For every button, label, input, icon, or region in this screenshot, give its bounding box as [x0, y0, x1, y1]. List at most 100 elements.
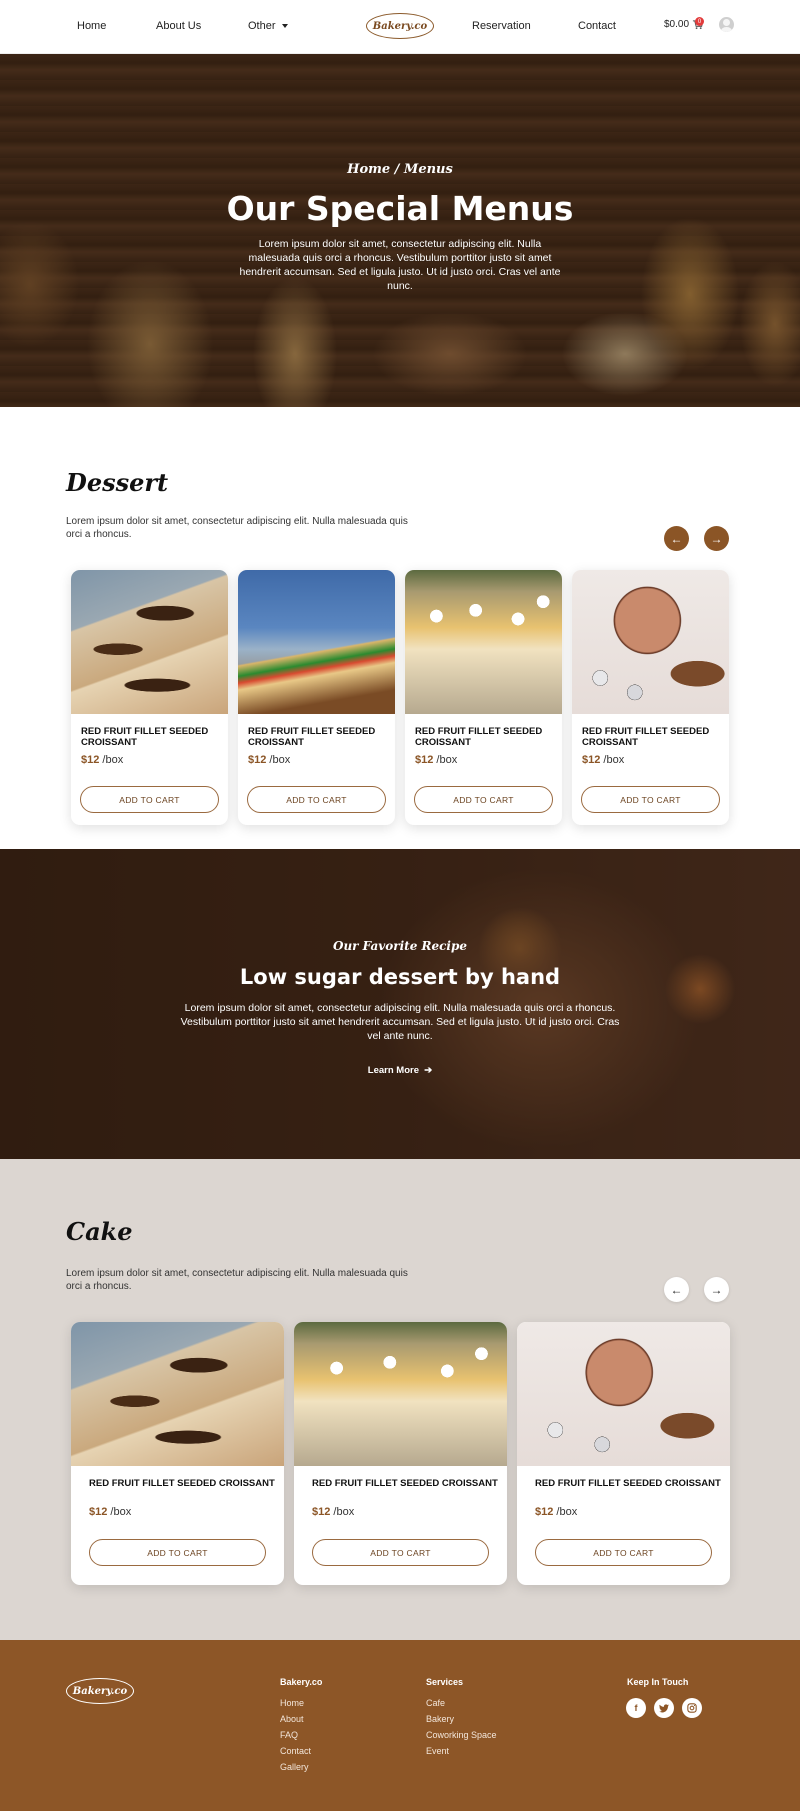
product-card[interactable]: RED FRUIT FILLET SEEDED CROISSANT $12 /b…	[294, 1322, 507, 1585]
learn-more-link[interactable]: Learn More ➔	[0, 1065, 800, 1076]
hero-text: Lorem ipsum dolor sit amet, consectetur …	[239, 238, 561, 292]
product-name[interactable]: RED FRUIT FILLET SEEDED CROISSANT	[248, 726, 387, 748]
breadcrumb[interactable]: Home / Menus	[0, 162, 800, 177]
footer: Bakery.co Bakery.co Home About FAQ Conta…	[0, 1640, 800, 1811]
footer-link-coworking[interactable]: Coworking Space	[426, 1730, 497, 1740]
product-image[interactable]	[294, 1322, 507, 1466]
footer-link-event[interactable]: Event	[426, 1746, 449, 1756]
cake-prev-button[interactable]: ←	[664, 1277, 689, 1302]
cart-count-badge: 0	[695, 17, 704, 26]
nav-home[interactable]: Home	[77, 20, 106, 32]
footer-col-bakery-title: Bakery.co	[280, 1677, 323, 1687]
product-card[interactable]: RED FRUIT FILLET SEEDED CROISSANT $12 /b…	[238, 570, 395, 825]
product-image[interactable]	[572, 570, 729, 714]
cake-next-button[interactable]: →	[704, 1277, 729, 1302]
product-card[interactable]: RED FRUIT FILLET SEEDED CROISSANT $12 /b…	[405, 570, 562, 825]
banner-title: Low sugar dessert by hand	[239, 965, 561, 989]
product-image[interactable]	[71, 1322, 284, 1466]
instagram-icon[interactable]	[682, 1698, 702, 1718]
dessert-text: Lorem ipsum dolor sit amet, consectetur …	[66, 516, 408, 540]
nav-contact[interactable]: Contact	[578, 20, 616, 32]
product-price: $12 /box	[415, 754, 457, 766]
add-to-cart-button[interactable]: ADD TO CART	[247, 786, 386, 813]
add-to-cart-button[interactable]: ADD TO CART	[414, 786, 553, 813]
product-price: $12 /box	[248, 754, 290, 766]
arrow-left-icon: ←	[670, 1282, 683, 1297]
twitter-icon[interactable]	[654, 1698, 674, 1718]
logo-text: Bakery.co	[372, 20, 428, 32]
product-name[interactable]: RED FRUIT FILLET SEEDED CROISSANT	[415, 726, 554, 748]
price-unit: /box	[269, 754, 291, 766]
product-name[interactable]: RED FRUIT FILLET SEEDED CROISSANT	[582, 726, 721, 748]
add-to-cart-button[interactable]: ADD TO CART	[89, 1539, 266, 1566]
price-unit: /box	[603, 754, 625, 766]
arrow-right-icon: ➔	[421, 1065, 433, 1076]
product-name[interactable]: RED FRUIT FILLET SEEDED CROISSANT	[535, 1478, 722, 1489]
footer-link-faq[interactable]: FAQ	[280, 1730, 298, 1740]
user-avatar-icon[interactable]	[719, 17, 734, 32]
hero-banner: Home / Menus Our Special Menus Lorem ips…	[0, 54, 800, 407]
cake-section: Cake Lorem ipsum dolor sit amet, consect…	[0, 1159, 800, 1640]
footer-link-gallery[interactable]: Gallery	[280, 1762, 309, 1772]
nav-other-label: Other	[248, 20, 276, 32]
cart-total: $0.00	[664, 19, 690, 30]
price-value: $12	[582, 754, 601, 766]
product-image[interactable]	[517, 1322, 730, 1466]
add-to-cart-button[interactable]: ADD TO CART	[581, 786, 720, 813]
dessert-title: Dessert	[66, 468, 169, 497]
product-image[interactable]	[405, 570, 562, 714]
nav-about[interactable]: About Us	[156, 20, 201, 32]
product-name[interactable]: RED FRUIT FILLET SEEDED CROISSANT	[81, 726, 220, 748]
add-to-cart-button[interactable]: ADD TO CART	[312, 1539, 489, 1566]
product-price: $12 /box	[89, 1506, 131, 1518]
arrow-left-icon: ←	[670, 531, 683, 546]
product-card[interactable]: RED FRUIT FILLET SEEDED CROISSANT $12 /b…	[517, 1322, 730, 1585]
price-value: $12	[312, 1506, 331, 1518]
footer-logo-text: Bakery.co	[72, 1685, 128, 1697]
footer-logo[interactable]: Bakery.co	[66, 1678, 134, 1704]
banner-text: Lorem ipsum dolor sit amet, consectetur …	[180, 1002, 620, 1042]
product-name[interactable]: RED FRUIT FILLET SEEDED CROISSANT	[89, 1478, 276, 1489]
dessert-prev-button[interactable]: ←	[664, 526, 689, 551]
price-unit: /box	[102, 754, 124, 766]
arrow-right-icon: →	[710, 1282, 723, 1297]
price-unit: /box	[556, 1506, 578, 1518]
price-unit: /box	[436, 754, 458, 766]
recipe-banner: Our Favorite Recipe Low sugar dessert by…	[0, 849, 800, 1159]
product-card[interactable]: RED FRUIT FILLET SEEDED CROISSANT $12 /b…	[572, 570, 729, 825]
banner-subtitle: Our Favorite Recipe	[332, 939, 468, 953]
price-value: $12	[248, 754, 267, 766]
nav-reservation[interactable]: Reservation	[472, 20, 531, 32]
facebook-icon[interactable]: f	[626, 1698, 646, 1718]
footer-link-home[interactable]: Home	[280, 1698, 304, 1708]
product-price: $12 /box	[535, 1506, 577, 1518]
top-nav: Home About Us Other Bakery.co Reservatio…	[0, 0, 800, 54]
cake-title: Cake	[66, 1217, 133, 1246]
footer-link-bakery[interactable]: Bakery	[426, 1714, 454, 1724]
footer-link-about[interactable]: About	[280, 1714, 304, 1724]
chevron-down-icon	[281, 24, 288, 29]
price-value: $12	[81, 754, 100, 766]
price-value: $12	[415, 754, 434, 766]
product-price: $12 /box	[582, 754, 624, 766]
product-card[interactable]: RED FRUIT FILLET SEEDED CROISSANT $12 /b…	[71, 570, 228, 825]
product-price: $12 /box	[81, 754, 123, 766]
logo[interactable]: Bakery.co	[366, 13, 434, 39]
dessert-next-button[interactable]: →	[704, 526, 729, 551]
learn-more-label: Learn More	[367, 1065, 419, 1076]
product-image[interactable]	[238, 570, 395, 714]
product-image[interactable]	[71, 570, 228, 714]
cake-text: Lorem ipsum dolor sit amet, consectetur …	[66, 1268, 408, 1292]
product-name[interactable]: RED FRUIT FILLET SEEDED CROISSANT	[312, 1478, 499, 1489]
footer-link-contact[interactable]: Contact	[280, 1746, 311, 1756]
add-to-cart-button[interactable]: ADD TO CART	[80, 786, 219, 813]
footer-link-cafe[interactable]: Cafe	[426, 1698, 445, 1708]
product-card[interactable]: RED FRUIT FILLET SEEDED CROISSANT $12 /b…	[71, 1322, 284, 1585]
nav-other[interactable]: Other	[248, 20, 288, 32]
price-value: $12	[89, 1506, 108, 1518]
product-price: $12 /box	[312, 1506, 354, 1518]
price-unit: /box	[110, 1506, 132, 1518]
footer-col-contact-title: Keep In Touch	[627, 1677, 689, 1687]
price-value: $12	[535, 1506, 554, 1518]
add-to-cart-button[interactable]: ADD TO CART	[535, 1539, 712, 1566]
